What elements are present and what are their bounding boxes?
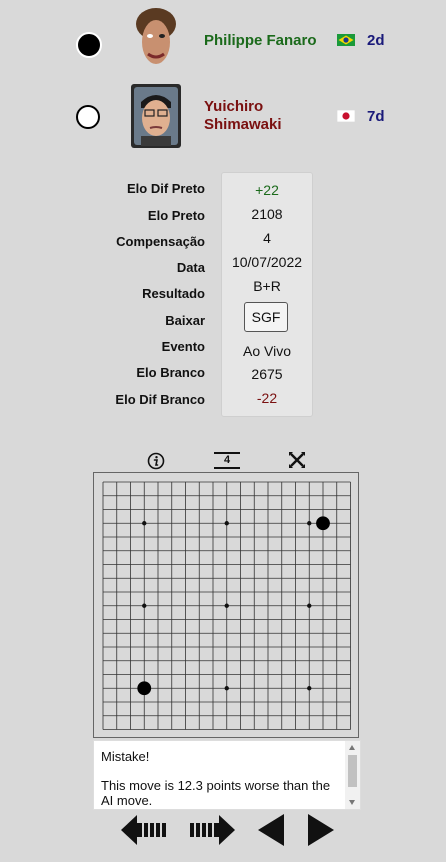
go-board[interactable]: [94, 473, 358, 737]
scrollbar-thumb[interactable]: [348, 755, 357, 787]
download-sgf-button[interactable]: SGF: [244, 302, 288, 332]
value-event: Ao Vivo: [243, 343, 291, 359]
next-move-icon[interactable]: [307, 812, 335, 848]
value-date: 10/07/2022: [231, 254, 303, 270]
black-player-row: Philippe Fanaro 2d: [0, 6, 446, 76]
move-number: 4: [223, 454, 231, 466]
white-player-name: Yuichiro Shimawaki: [204, 98, 282, 133]
star-point: [224, 521, 229, 526]
label-elo-diff-black: Elo Dif Preto: [126, 181, 205, 196]
last-move-icon[interactable]: [189, 812, 235, 848]
white-player-rank: 7d: [367, 108, 385, 125]
black-stone: [316, 516, 330, 531]
first-move-icon[interactable]: [121, 812, 167, 848]
go-board-frame: [93, 472, 359, 738]
value-elo-white: 2675: [251, 366, 283, 382]
value-elo-black: 2108: [251, 206, 283, 222]
previous-move-icon[interactable]: [257, 812, 285, 848]
white-player-row: Yuichiro Shimawaki 7d: [0, 84, 446, 154]
label-result: Resultado: [142, 286, 205, 301]
board-toolbar: 4: [0, 450, 446, 470]
white-stone-icon: [76, 105, 100, 129]
star-point: [142, 603, 147, 608]
black-player-avatar: [131, 6, 181, 70]
label-elo-diff-white: Elo Dif Branco: [115, 392, 205, 407]
info-icon[interactable]: [147, 452, 165, 470]
label-komi: Compensação: [116, 234, 205, 249]
star-point: [142, 521, 147, 526]
label-elo-black: Elo Preto: [147, 208, 205, 223]
black-player-name: Philippe Fanaro: [204, 32, 317, 49]
game-info-panel: +22 2108 4 10/07/2022 B+R SGF Ao Vivo 26…: [221, 172, 313, 417]
brazil-flag-icon: [337, 34, 355, 46]
value-elo-diff-white: -22: [256, 390, 278, 406]
black-player-rank: 2d: [367, 32, 385, 49]
white-player-avatar: [131, 84, 181, 148]
comment-scrollbar[interactable]: [345, 741, 360, 809]
label-download: Baixar: [165, 313, 205, 328]
scroll-up-arrow-icon[interactable]: [349, 745, 355, 750]
value-komi: 4: [263, 230, 271, 246]
japan-flag-icon: [337, 110, 355, 122]
star-point: [307, 686, 312, 691]
star-point: [307, 521, 312, 526]
black-stone: [137, 681, 152, 696]
label-event: Evento: [161, 339, 205, 354]
value-result: B+R: [253, 278, 281, 294]
black-stone-icon: [76, 32, 102, 58]
comment-line-1: Mistake!: [101, 749, 150, 764]
label-date: Data: [176, 260, 205, 275]
label-elo-white: Elo Branco: [136, 365, 205, 380]
value-elo-diff-black: +22: [255, 182, 279, 198]
close-icon[interactable]: [288, 451, 306, 469]
star-point: [224, 603, 229, 608]
scroll-down-arrow-icon[interactable]: [349, 800, 355, 805]
move-comment-box[interactable]: Mistake! This move is 12.3 points worse …: [93, 740, 361, 810]
star-point: [224, 686, 229, 691]
move-comment-text: Mistake! This move is 12.3 points worse …: [101, 749, 341, 808]
comment-line-2: This move is 12.3 points worse than the …: [101, 778, 331, 808]
move-navigation: [0, 812, 446, 848]
move-number-control[interactable]: 4: [214, 450, 240, 470]
star-point: [307, 603, 312, 608]
